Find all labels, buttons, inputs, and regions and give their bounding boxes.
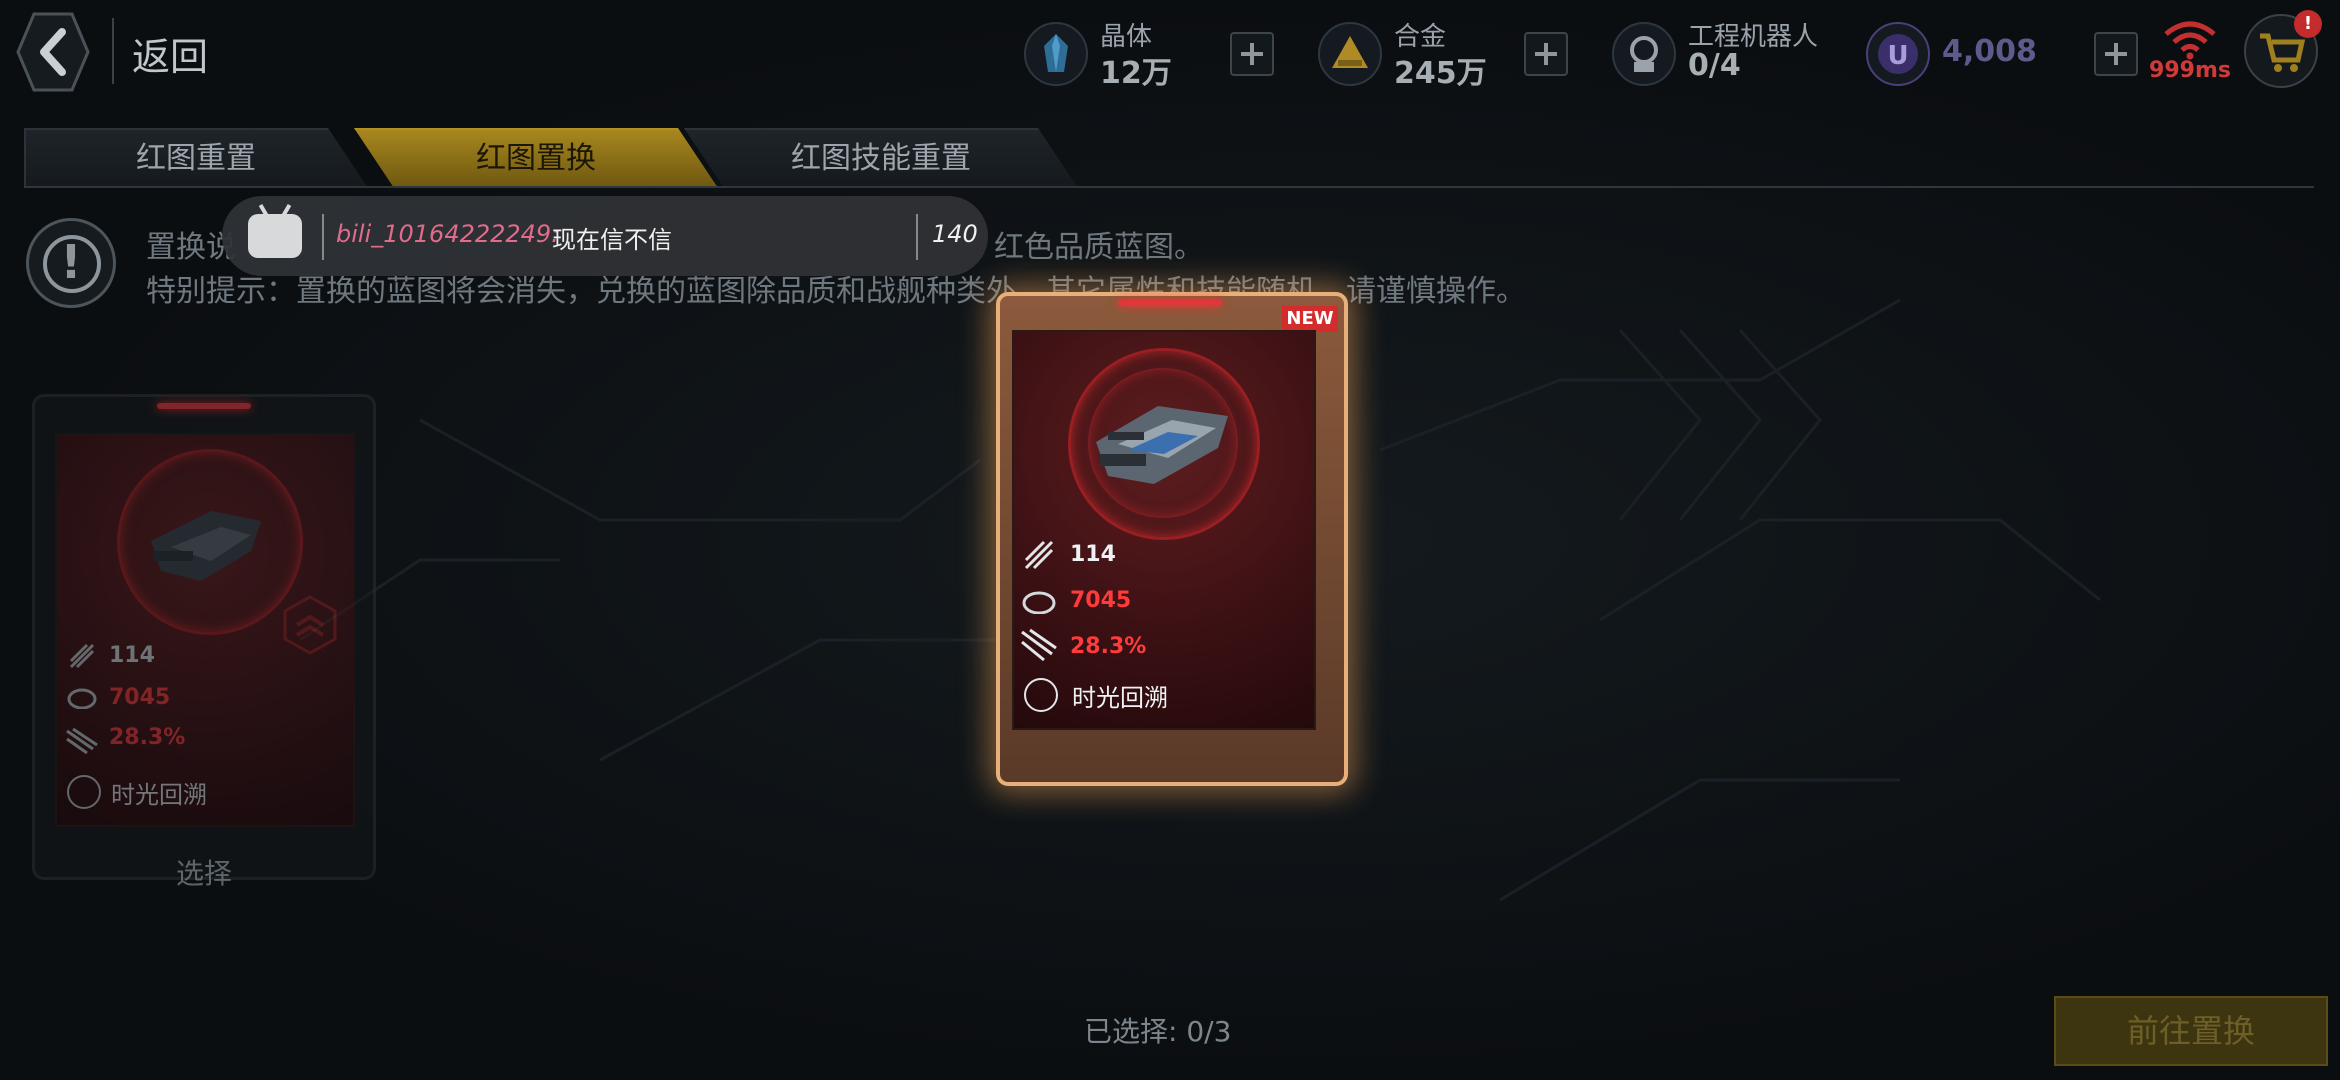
tab-bar: 红图重置 红图置换 红图技能重置 — [24, 128, 2314, 190]
network-status: 999ms — [2140, 12, 2231, 83]
skill-name: 时光回溯 — [1072, 684, 1168, 712]
ping-value: 999ms — [2149, 58, 2231, 83]
firepower-icon — [67, 641, 97, 671]
blueprint-card-slot[interactable]: 114 7045 28.3% 时光回溯 — [32, 394, 376, 880]
missile-icon — [63, 725, 99, 755]
back-button[interactable] — [16, 10, 90, 94]
tab-red-reset[interactable]: 红图重置 — [24, 128, 368, 188]
armor-icon — [67, 685, 97, 710]
currency-value: 4,008 — [1942, 34, 2037, 69]
featured-blueprint-card[interactable]: NEW 114 7045 28.3% 时光回溯 — [996, 292, 1348, 786]
stat-percent: 28.3% — [109, 725, 186, 750]
info-text-line1-right: 红色品质蓝图。 — [994, 230, 1204, 265]
warship-image — [1096, 406, 1228, 484]
add-currency-button[interactable] — [2094, 32, 2138, 76]
resource-value: 245万 — [1394, 56, 1487, 91]
stat-firepower: 114 — [1070, 542, 1116, 567]
skill-icon — [1024, 678, 1058, 712]
u-coin-icon: U — [1866, 22, 1930, 86]
rarity-bar — [157, 403, 251, 409]
tab-red-skill-reset[interactable]: 红图技能重置 — [684, 128, 1078, 188]
alloy-icon — [1318, 22, 1382, 86]
new-badge: NEW — [1282, 306, 1338, 332]
armor-icon — [1022, 588, 1056, 615]
resource-robot: 工程机器人 0/4 — [1612, 14, 1842, 94]
skill-name: 时光回溯 — [111, 781, 207, 809]
robot-icon — [1612, 22, 1676, 86]
stat-hp: 7045 — [109, 685, 171, 710]
skill-icon — [67, 775, 101, 809]
divider — [322, 214, 324, 260]
stat-hp: 7045 — [1070, 588, 1132, 613]
tab-red-swap[interactable]: 红图置换 — [354, 128, 718, 188]
go-swap-button[interactable]: 前往置换 — [2054, 996, 2328, 1066]
rank-chevron-icon — [283, 595, 337, 655]
resource-alloy: 合金 245万 — [1318, 14, 1498, 94]
crystal-icon — [1024, 22, 1088, 86]
danmaku-bubble: bili_10164222249: 现在信不信 140 — [222, 196, 988, 276]
warship-image — [151, 511, 261, 581]
resource-value: 12万 — [1100, 56, 1172, 91]
card-inner: 114 7045 28.3% 时光回溯 — [1012, 330, 1316, 730]
danmaku-count: 140 — [932, 220, 978, 248]
divider — [916, 214, 918, 260]
top-bar: 返回 晶体 12万 合金 245万 工程机器人 0/4 U 4,008 999m… — [0, 0, 2340, 110]
danmaku-message: 现在信不信 — [552, 226, 672, 254]
add-alloy-button[interactable] — [1524, 32, 1568, 76]
stat-firepower: 114 — [109, 643, 155, 668]
select-button[interactable]: 选择 — [86, 852, 322, 896]
add-crystal-button[interactable] — [1230, 32, 1274, 76]
resource-crystal: 晶体 12万 — [1024, 14, 1184, 94]
back-arrow-icon — [16, 12, 90, 92]
wifi-icon — [2164, 21, 2216, 60]
stat-percent: 28.3% — [1070, 634, 1147, 659]
danmaku-user: bili_10164222249: — [336, 220, 560, 248]
firepower-icon — [1022, 538, 1056, 572]
back-label[interactable]: 返回 — [132, 26, 208, 81]
card-inner: 114 7045 28.3% 时光回溯 — [55, 433, 355, 827]
resource-value: 0/4 — [1688, 48, 1741, 83]
resource-currency: U 4,008 — [1866, 14, 2046, 94]
info-icon — [26, 218, 116, 308]
selected-count: 已选择: 0/3 — [1084, 1015, 1232, 1048]
cart-badge: ! — [2294, 10, 2322, 38]
svg-text:U: U — [1887, 41, 1908, 71]
missile-icon — [1018, 626, 1058, 662]
shop-cart-button[interactable]: ! — [2244, 10, 2322, 88]
divider — [112, 18, 114, 84]
rarity-bar — [1118, 300, 1222, 306]
tab-underline — [24, 186, 2314, 188]
bilibili-tv-icon — [248, 214, 302, 258]
